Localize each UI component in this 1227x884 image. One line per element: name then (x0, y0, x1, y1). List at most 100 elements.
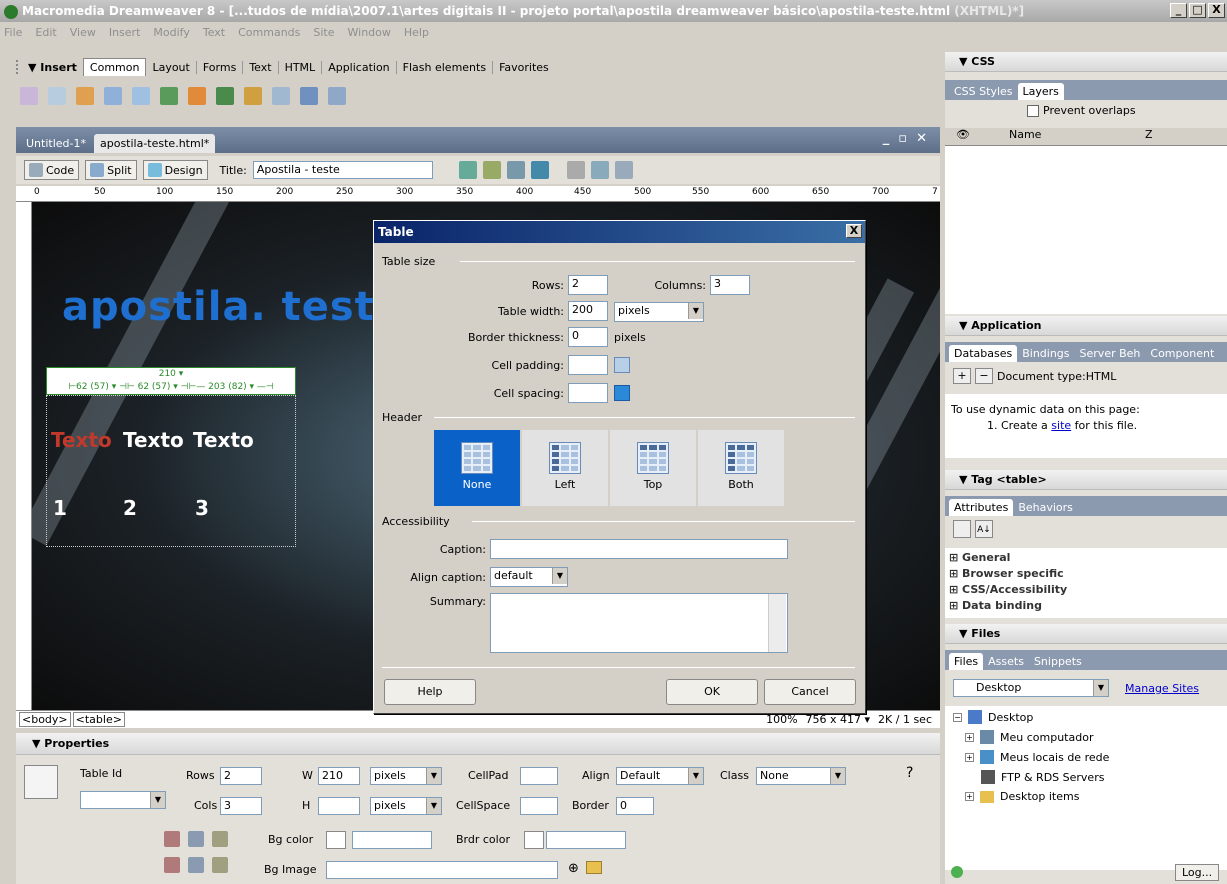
tab-behaviors[interactable]: Behaviors (1013, 499, 1078, 516)
date-icon[interactable] (216, 87, 234, 105)
menu-help[interactable]: Help (404, 26, 429, 39)
eye-icon[interactable]: 👁 (945, 128, 981, 145)
close-button[interactable]: X (1208, 3, 1225, 18)
rows-field[interactable]: 2 (220, 767, 262, 785)
brdrcolor-swatch[interactable] (524, 831, 544, 849)
tree-item[interactable]: + Meus locais de rede (965, 750, 1109, 764)
cancel-button[interactable]: Cancel (764, 679, 856, 705)
design-view-button[interactable]: Design (142, 160, 208, 180)
rows-input[interactable]: 2 (568, 275, 608, 295)
table-cell[interactable]: 1 (53, 496, 67, 520)
insert-tab-favorites[interactable]: Favorites (493, 61, 555, 74)
layer-icon[interactable] (132, 87, 150, 105)
dialog-close-button[interactable]: X (846, 224, 862, 238)
tab-apostila-teste[interactable]: apostila-teste.html* (93, 134, 216, 153)
table-cell[interactable]: Texto (193, 428, 254, 452)
preview-browser-icon[interactable] (530, 161, 549, 179)
menu-edit[interactable]: Edit (35, 26, 56, 39)
table-cell[interactable]: 2 (123, 496, 137, 520)
border-thickness-input[interactable]: 0 (568, 327, 608, 347)
summary-scrollbar[interactable] (768, 594, 786, 652)
css-panel-header[interactable]: ▼ CSS (945, 52, 1227, 72)
insert-bar-label[interactable]: ▼ Insert (28, 61, 77, 74)
no-browser-check-icon[interactable] (458, 161, 477, 179)
insert-tab-forms[interactable]: Forms (197, 60, 244, 74)
minimize-button[interactable]: _ (1170, 3, 1187, 18)
table-cell[interactable]: 3 (195, 496, 209, 520)
insert-tab-html[interactable]: HTML (279, 60, 323, 74)
code-view-button[interactable]: Code (24, 160, 80, 180)
cell-spacing-input[interactable] (568, 383, 608, 403)
cellpad-field[interactable] (520, 767, 558, 785)
width-field[interactable]: 210 (318, 767, 360, 785)
remove-icon[interactable]: − (975, 368, 993, 384)
height-field[interactable] (318, 797, 360, 815)
class-select[interactable]: None (756, 767, 846, 785)
border-field[interactable]: 0 (616, 797, 654, 815)
group-general[interactable]: ⊞ General (949, 550, 1223, 566)
tab-components[interactable]: Component (1145, 345, 1219, 362)
content-table[interactable]: Texto Texto Texto 1 2 3 (46, 395, 296, 547)
bgcolor-swatch[interactable] (326, 831, 346, 849)
validate-icon[interactable] (482, 161, 501, 179)
category-view-icon[interactable] (953, 520, 971, 538)
image-icon[interactable] (160, 87, 178, 105)
caption-input[interactable] (490, 539, 788, 559)
log-button[interactable]: Log... (1175, 864, 1220, 881)
gripper[interactable] (16, 60, 24, 74)
columns-input[interactable]: 3 (710, 275, 750, 295)
height-unit-select[interactable]: pixels (370, 797, 442, 815)
insert-tab-application[interactable]: Application (322, 60, 397, 74)
table-cell[interactable]: Texto (123, 428, 184, 452)
align-select[interactable]: Default (616, 767, 704, 785)
view-options-icon[interactable] (590, 161, 609, 179)
brdrcolor-field[interactable] (546, 831, 626, 849)
tree-item[interactable]: + Meu computador (965, 730, 1093, 744)
table-width-unit-select[interactable]: pixels (614, 302, 704, 322)
insert-tab-common[interactable]: Common (82, 58, 147, 76)
pixels-icon[interactable] (188, 857, 204, 873)
header-left-option[interactable]: Left (522, 430, 608, 506)
insert-tab-layout[interactable]: Layout (146, 60, 197, 74)
tab-layers[interactable]: Layers (1017, 83, 1064, 100)
table-width-input[interactable]: 200 (568, 301, 608, 321)
tag-chooser-icon[interactable] (328, 87, 346, 105)
visual-aids-icon[interactable] (614, 161, 633, 179)
prevent-overlaps-checkbox[interactable] (1027, 104, 1039, 117)
point-to-file-icon[interactable]: ⊕ (568, 861, 579, 876)
properties-header[interactable]: ▼ Properties (16, 733, 940, 755)
table-icon[interactable] (104, 87, 122, 105)
convert-heights-icon[interactable] (188, 831, 204, 847)
table-id-select[interactable] (80, 791, 166, 809)
media-icon[interactable] (188, 87, 206, 105)
files-panel-header[interactable]: ▼ Files (945, 624, 1227, 644)
table-width-indicator[interactable]: 210 ▾ ⊢62 (57) ▾ ⊣⊢ 62 (57) ▾ ⊣⊢— 203 (8… (46, 367, 296, 395)
menu-file[interactable]: File (4, 26, 22, 39)
tree-item[interactable]: + Desktop items (965, 790, 1079, 803)
add-icon[interactable]: + (953, 368, 971, 384)
menu-insert[interactable]: Insert (109, 26, 141, 39)
head-icon[interactable] (272, 87, 290, 105)
menu-window[interactable]: Window (348, 26, 391, 39)
cols-field[interactable]: 3 (220, 797, 262, 815)
tab-assets[interactable]: Assets (983, 653, 1029, 670)
ok-button[interactable]: OK (666, 679, 758, 705)
menu-modify[interactable]: Modify (153, 26, 189, 39)
hyperlink-icon[interactable] (20, 87, 38, 105)
tab-css-styles[interactable]: CSS Styles (949, 83, 1018, 100)
group-css-accessibility[interactable]: ⊞ CSS/Accessibility (949, 582, 1223, 598)
prevent-overlaps[interactable]: Prevent overlaps (1027, 104, 1136, 117)
tab-untitled[interactable]: Untitled-1* (20, 134, 92, 153)
insert-tab-text[interactable]: Text (243, 60, 279, 74)
tab-databases[interactable]: Databases (949, 345, 1018, 362)
restore-button[interactable]: □ (1189, 3, 1206, 18)
layers-col-z[interactable]: Z (1079, 128, 1153, 145)
manage-sites-link[interactable]: Manage Sites (1125, 682, 1199, 695)
tree-item[interactable]: FTP & RDS Servers (981, 770, 1104, 784)
layers-list[interactable] (945, 146, 1227, 314)
width-unit-select[interactable]: pixels (370, 767, 442, 785)
folder-icon[interactable] (586, 861, 602, 874)
title-input[interactable]: Apostila - teste (252, 161, 433, 179)
percent-icon[interactable] (212, 857, 228, 873)
tab-snippets[interactable]: Snippets (1029, 653, 1087, 670)
